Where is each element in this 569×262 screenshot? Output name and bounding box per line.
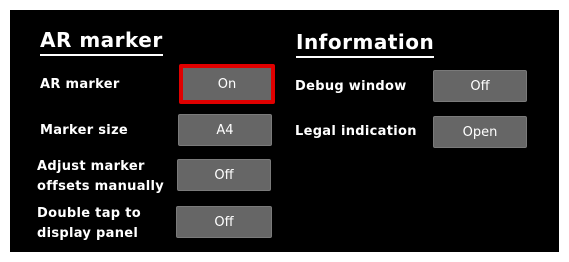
legal-indication-label: Legal indication — [295, 124, 417, 139]
information-heading: Information — [296, 30, 435, 58]
ar-marker-toggle-button[interactable]: On — [179, 64, 275, 104]
ar-marker-heading: AR marker — [40, 28, 163, 56]
legal-indication-open-button[interactable]: Open — [433, 116, 527, 148]
settings-panel: AR marker AR marker On Marker size A4 Ad… — [10, 10, 559, 252]
double-tap-label-line1: Double tap to — [37, 206, 141, 221]
ar-marker-label: AR marker — [40, 77, 120, 92]
double-tap-display-panel-button[interactable]: Off — [176, 206, 272, 238]
adjust-marker-offsets-button[interactable]: Off — [177, 159, 271, 191]
debug-window-label: Debug window — [295, 79, 407, 94]
adjust-marker-label-line1: Adjust marker — [37, 159, 145, 174]
marker-size-label: Marker size — [40, 123, 129, 138]
adjust-marker-label-line2: offsets manually — [37, 179, 165, 194]
marker-size-button[interactable]: A4 — [178, 114, 272, 146]
double-tap-label-line2: display panel — [37, 226, 139, 241]
debug-window-button[interactable]: Off — [433, 70, 527, 102]
